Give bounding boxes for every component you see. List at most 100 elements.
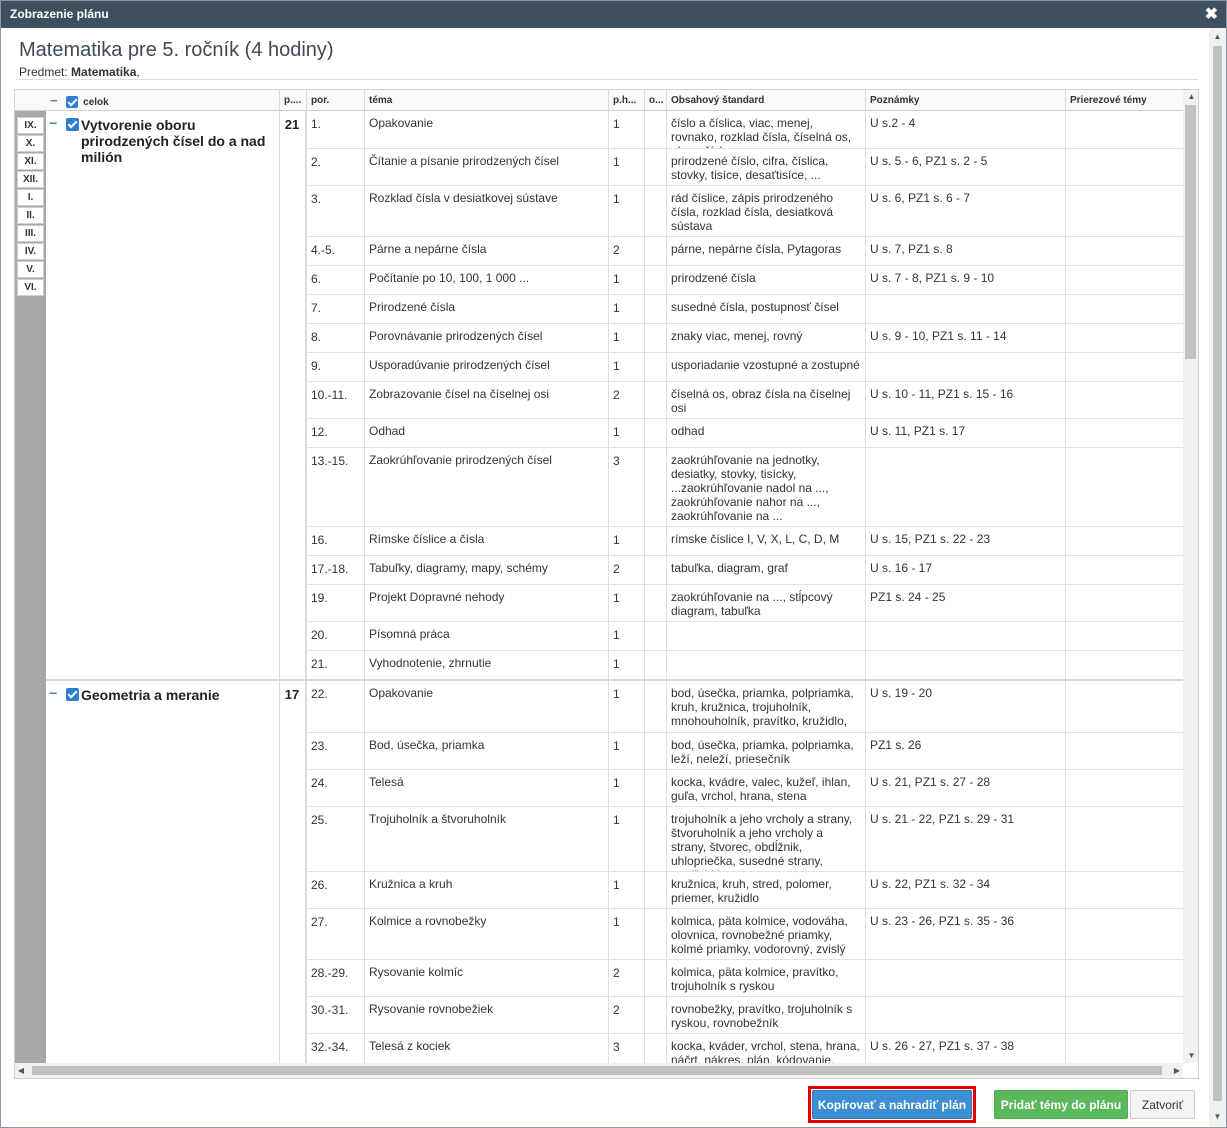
table-row[interactable]: 24. Telesá 1 kocka, kvádre, valec, kužeľ, i… bbox=[306, 769, 1183, 806]
month-ix[interactable]: IX. bbox=[17, 117, 44, 134]
header-celok[interactable]: − celok bbox=[46, 90, 279, 111]
cell-o bbox=[644, 448, 666, 526]
table-row[interactable]: 7. Prirodzené čísla 1 susedné čísla, postup… bbox=[306, 294, 1183, 323]
unit-name[interactable]: − Vytvorenie oboru prirodzených čísel do … bbox=[49, 115, 274, 165]
unit-name[interactable]: − Geometria a meranie bbox=[49, 685, 274, 703]
scroll-left-icon[interactable]: ◀ bbox=[15, 1063, 27, 1077]
cell-tema: Bod, úsečka, priamka bbox=[364, 733, 608, 769]
header-o[interactable]: o... bbox=[644, 90, 666, 111]
header-hours[interactable]: p.... bbox=[279, 90, 306, 111]
unit-title: Geometria a meranie bbox=[81, 687, 220, 703]
close-button[interactable]: Zatvoriť bbox=[1130, 1090, 1195, 1119]
table-row[interactable]: 10.-11. Zobrazovanie čísel na číselnej os… bbox=[306, 381, 1183, 418]
table-row[interactable]: 4.-5. Párne a nepárne čísla 2 párne, nepárn… bbox=[306, 236, 1183, 265]
month-v[interactable]: V. bbox=[17, 261, 44, 278]
close-icon[interactable]: ✖ bbox=[1205, 1, 1218, 28]
month-i[interactable]: I. bbox=[17, 189, 44, 206]
dialog-scroll-up-icon[interactable]: ▲ bbox=[1209, 30, 1226, 44]
table-row[interactable]: 9. Usporadúvanie prirodzených čísel 1 uspor… bbox=[306, 352, 1183, 381]
cell-notes bbox=[865, 651, 1065, 679]
cell-standard: rád číslice, zápis prirodzeného čísla, r… bbox=[666, 186, 865, 236]
scroll-down-icon[interactable]: ▼ bbox=[1183, 1049, 1198, 1063]
cell-standard: kružnica, kruh, stred, polomer, priemer,… bbox=[666, 872, 865, 908]
unit-checkbox[interactable] bbox=[66, 688, 79, 701]
cell-hours: 1 bbox=[608, 585, 644, 621]
table-row[interactable]: 17.-18. Tabuľky, diagramy, mapy, schémy 2 t… bbox=[306, 555, 1183, 584]
cell-notes: PZ1 s. 24 - 25 bbox=[865, 585, 1065, 621]
month-iv[interactable]: IV. bbox=[17, 243, 44, 260]
cell-tema: Zaokrúhľovanie prirodzených čísel bbox=[364, 448, 608, 526]
copy-replace-plan-button[interactable]: Kopírovať a nahradiť plán bbox=[812, 1090, 972, 1119]
header-tema[interactable]: téma bbox=[364, 90, 608, 111]
cell-por: 23. bbox=[306, 733, 364, 769]
cell-standard: zaokrúhľovanie na jednotky, desiatky, st… bbox=[666, 448, 865, 526]
month-iii[interactable]: III. bbox=[17, 225, 44, 242]
cell-hours: 1 bbox=[608, 324, 644, 352]
dialog-vscroll-thumb[interactable] bbox=[1213, 46, 1222, 1101]
grid-hscroll-thumb[interactable] bbox=[32, 1066, 1162, 1075]
table-row[interactable]: 19. Projekt Dopravné nehody 1 zaokrúhľovani… bbox=[306, 584, 1183, 621]
select-all-checkbox[interactable] bbox=[66, 96, 79, 109]
cell-hours: 2 bbox=[608, 382, 644, 418]
collapse-icon[interactable]: − bbox=[49, 685, 57, 701]
cell-hours: 1 bbox=[608, 111, 644, 148]
unit-checkbox[interactable] bbox=[66, 118, 79, 131]
header-por[interactable]: por. bbox=[306, 90, 364, 111]
table-row[interactable]: 22. Opakovanie 1 bod, úsečka, priamka, polp… bbox=[306, 681, 1183, 732]
grid-vscroll-thumb[interactable] bbox=[1185, 105, 1196, 359]
collapse-icon[interactable]: − bbox=[49, 115, 57, 131]
month-xii[interactable]: XII. bbox=[17, 171, 44, 188]
month-x[interactable]: X. bbox=[17, 135, 44, 152]
header-standard[interactable]: Obsahový štandard bbox=[666, 90, 865, 111]
table-row[interactable]: 1. Opakovanie 1 číslo a číslica, viac, mene… bbox=[306, 111, 1183, 148]
table-row[interactable]: 30.-31. Rysovanie rovnobežiek 2 rovnobežky,… bbox=[306, 996, 1183, 1033]
table-row[interactable]: 23. Bod, úsečka, priamka 1 bod, úsečka, pri… bbox=[306, 732, 1183, 769]
table-row[interactable]: 8. Porovnávanie prirodzených čísel 1 znaky … bbox=[306, 323, 1183, 352]
cell-notes: PZ1 s. 26 bbox=[865, 733, 1065, 769]
cell-o bbox=[644, 419, 666, 447]
table-row[interactable]: 28.-29. Rysovanie kolmíc 2 kolmica, päta ko… bbox=[306, 959, 1183, 996]
month-ii[interactable]: II. bbox=[17, 207, 44, 224]
cell-standard: kolmica, päta kolmice, vodováha, olovnic… bbox=[666, 909, 865, 959]
dialog-title: Zobrazenie plánu bbox=[10, 7, 109, 21]
cell-cross-topics bbox=[1065, 872, 1183, 908]
table-row[interactable]: 25. Trojuholník a štvoruholník 1 trojuholní… bbox=[306, 806, 1183, 871]
cell-hours: 1 bbox=[608, 807, 644, 871]
table-row[interactable]: 12. Odhad 1 odhad U s. 11, PZ1 s. 17 bbox=[306, 418, 1183, 447]
grid-horizontal-scrollbar[interactable]: ◀ ▶ bbox=[15, 1063, 1183, 1078]
table-row[interactable]: 16. Rímske číslice a čísla 1 rímske číslice… bbox=[306, 526, 1183, 555]
cell-hours: 3 bbox=[608, 448, 644, 526]
cell-standard bbox=[666, 651, 865, 679]
month-xi[interactable]: XI. bbox=[17, 153, 44, 170]
cell-notes: U s. 23 - 26, PZ1 s. 35 - 36 bbox=[865, 909, 1065, 959]
table-row[interactable]: 21. Vyhodnotenie, zhrnutie 1 bbox=[306, 650, 1183, 679]
table-row[interactable]: 3. Rozklad čísla v desiatkovej sústave 1 rá… bbox=[306, 185, 1183, 236]
add-topics-button[interactable]: Pridať témy do plánu bbox=[994, 1090, 1128, 1119]
collapse-all-icon[interactable]: − bbox=[50, 93, 58, 108]
dialog-vertical-scrollbar[interactable]: ▲ ▼ bbox=[1209, 28, 1226, 1126]
table-row[interactable]: 27. Kolmice a rovnobežky 1 kolmica, päta ko… bbox=[306, 908, 1183, 959]
header-cross[interactable]: Prierezové témy bbox=[1065, 90, 1183, 111]
cell-notes: U s. 10 - 11, PZ1 s. 15 - 16 bbox=[865, 382, 1065, 418]
table-row[interactable]: 26. Kružnica a kruh 1 kružnica, kruh, stred… bbox=[306, 871, 1183, 908]
table-row[interactable]: 13.-15. Zaokrúhľovanie prirodzených čísel… bbox=[306, 447, 1183, 526]
cell-por: 3. bbox=[306, 186, 364, 236]
cell-por: 30.-31. bbox=[306, 997, 364, 1033]
dialog-scroll-down-icon[interactable]: ▼ bbox=[1209, 1110, 1226, 1124]
scroll-up-icon[interactable]: ▲ bbox=[1183, 90, 1198, 104]
table-row[interactable]: 6. Počítanie po 10, 100, 1 000 ... 1 prirod… bbox=[306, 265, 1183, 294]
table-row[interactable]: 2. Čítanie a písanie prirodzených čísel 1 p… bbox=[306, 148, 1183, 185]
scroll-right-icon[interactable]: ▶ bbox=[1171, 1063, 1183, 1077]
month-vi[interactable]: VI. bbox=[17, 279, 44, 296]
grid-vertical-scrollbar[interactable]: ▲ ▼ bbox=[1183, 90, 1198, 1063]
header-notes[interactable]: Poznámky bbox=[865, 90, 1065, 111]
cell-o bbox=[644, 186, 666, 236]
cell-por: 9. bbox=[306, 353, 364, 381]
cell-o bbox=[644, 556, 666, 584]
cell-hours: 1 bbox=[608, 353, 644, 381]
cell-cross-topics bbox=[1065, 186, 1183, 236]
header-ph[interactable]: p.h... bbox=[608, 90, 644, 111]
dialog-titlebar: Zobrazenie plánu ✖ bbox=[1, 1, 1226, 28]
table-row[interactable]: 20. Písomná práca 1 bbox=[306, 621, 1183, 650]
cell-o bbox=[644, 651, 666, 679]
